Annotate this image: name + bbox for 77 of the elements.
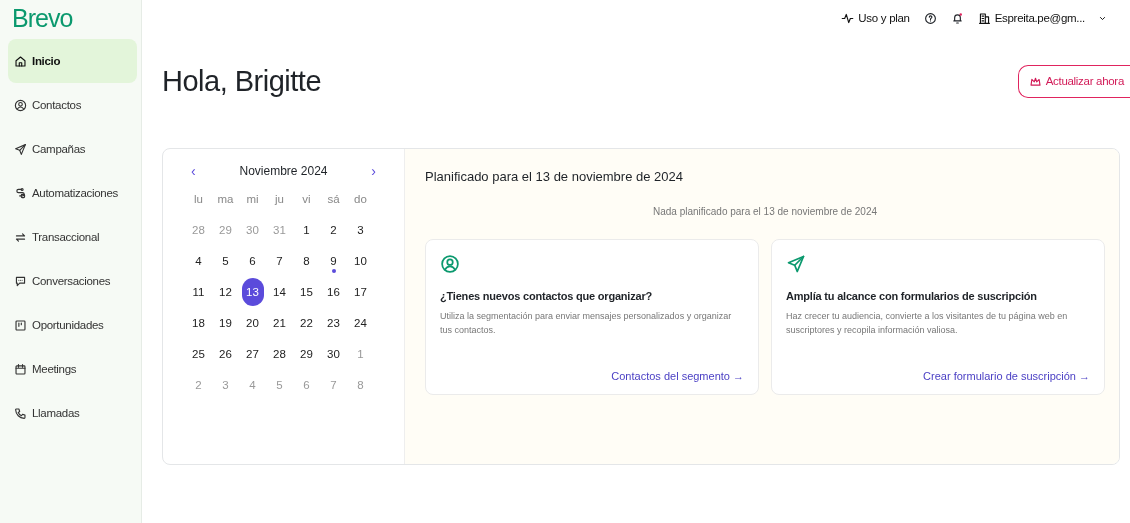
home-icon xyxy=(14,54,27,68)
activity-icon xyxy=(841,11,855,25)
account-menu[interactable]: Espreita.pe@gm... xyxy=(977,11,1108,25)
month-label: Noviembre 2024 xyxy=(239,164,328,178)
help-icon xyxy=(923,11,937,25)
weekday-label: sá xyxy=(327,192,340,205)
bell-icon xyxy=(950,11,964,25)
suggestion-text: Haz crecer tu audiencia, convierte a los visitantes de tu página web en suscriptores y recopila información valiosa. xyxy=(786,310,1069,337)
sidebar-item[interactable]: Conversaciones xyxy=(8,259,137,303)
chat-icon xyxy=(14,274,27,288)
suggestion-title: Amplía tu alcance con formularios de suscripción xyxy=(786,290,1038,302)
calendar-day[interactable]: 10 xyxy=(349,246,372,275)
calendar-day[interactable]: 4 xyxy=(187,246,210,275)
calendar-day[interactable]: 12 xyxy=(214,277,237,306)
calendar-day[interactable]: 8 xyxy=(295,246,318,275)
calendar-day[interactable]: 20 xyxy=(241,308,264,337)
sidebar-item[interactable]: Meetings xyxy=(8,347,137,391)
weekday-label: lu xyxy=(194,192,203,205)
calendar-day[interactable]: 28 xyxy=(268,339,291,368)
weekday-label: ma xyxy=(217,192,234,205)
building-icon xyxy=(977,11,991,25)
calendar-day[interactable]: 7 xyxy=(268,246,291,275)
calendar-day[interactable]: 9 xyxy=(322,246,345,275)
upgrade-button[interactable]: Actualizar ahora xyxy=(1017,64,1130,98)
suggestion-link[interactable]: Crear formulario de suscripción → xyxy=(923,370,1090,382)
calendar-day[interactable]: 19 xyxy=(214,308,237,337)
previous-month-button[interactable]: ‹ xyxy=(185,163,202,179)
weekday-label: ju xyxy=(275,192,284,205)
calendar-day[interactable]: 13 xyxy=(241,277,264,306)
sidebar-item[interactable]: Oportunidades xyxy=(8,303,137,347)
calendar-day[interactable]: 1 xyxy=(295,215,318,244)
next-month-button[interactable]: › xyxy=(365,163,382,179)
event-dot xyxy=(331,268,336,273)
calendar-day[interactable]: 26 xyxy=(214,339,237,368)
calendar-day[interactable]: 29 xyxy=(295,339,318,368)
calendar-day[interactable]: 2 xyxy=(322,215,345,244)
calendar-day[interactable]: 15 xyxy=(295,277,318,306)
contact-icon xyxy=(440,254,460,274)
weekday-label: do xyxy=(354,192,367,205)
calendar-day[interactable]: 27 xyxy=(241,339,264,368)
calendar-day[interactable]: 6 xyxy=(241,246,264,275)
calendar-day[interactable]: 16 xyxy=(322,277,345,306)
empty-message: Nada planificado para el 13 de noviembre de 2024 xyxy=(651,206,879,217)
paper-plane-icon xyxy=(14,142,27,156)
calendar-day[interactable]: 14 xyxy=(268,277,291,306)
planning-title: Planificado para el 13 de noviembre de 2024 xyxy=(425,169,684,184)
calendar-day[interactable]: 24 xyxy=(349,308,372,337)
sidebar-item[interactable]: Contactos xyxy=(8,83,137,127)
calendar-day[interactable]: 25 xyxy=(187,339,210,368)
weekday-label: vi xyxy=(302,192,311,205)
suggestion-text: Utiliza la segmentación para enviar mensajes personalizados y organizar tus contactos. xyxy=(440,310,733,337)
calendar-day[interactable]: 30 xyxy=(322,339,345,368)
calendar-day[interactable]: 11 xyxy=(187,277,210,306)
board-icon xyxy=(14,318,27,332)
paper-plane-icon xyxy=(786,254,806,274)
weekday-label: mi xyxy=(246,192,259,205)
contact-icon xyxy=(14,98,27,112)
suggestion-link[interactable]: Contactos del segmento → xyxy=(611,370,744,382)
usage-link[interactable]: Uso y plan xyxy=(841,11,910,25)
calendar-day[interactable]: 5 xyxy=(214,246,237,275)
calendar-day[interactable]: 23 xyxy=(322,308,345,337)
sidebar-item[interactable]: Llamadas xyxy=(8,391,137,435)
greeting-heading: Hola, Brigitte xyxy=(162,64,321,98)
calendar-day[interactable]: 22 xyxy=(295,308,318,337)
calendar-day[interactable]: 3 xyxy=(349,215,372,244)
calendar-day[interactable]: 17 xyxy=(349,277,372,306)
phone-icon xyxy=(14,406,27,420)
sidebar-item[interactable]: Automatizaciones xyxy=(8,171,137,215)
sidebar-item[interactable]: Campañas xyxy=(8,127,137,171)
swap-arrows-icon xyxy=(14,230,27,244)
calendar-icon xyxy=(14,362,27,376)
calendar-day[interactable]: 21 xyxy=(268,308,291,337)
sidebar-item[interactable]: Transaccional xyxy=(8,215,137,259)
workflow-icon xyxy=(14,186,27,200)
calendar-day[interactable]: 18 xyxy=(187,308,210,337)
sidebar-item[interactable]: Inicio xyxy=(8,39,137,83)
suggestion-title: ¿Tienes nuevos contactos que organizar? xyxy=(440,290,654,302)
